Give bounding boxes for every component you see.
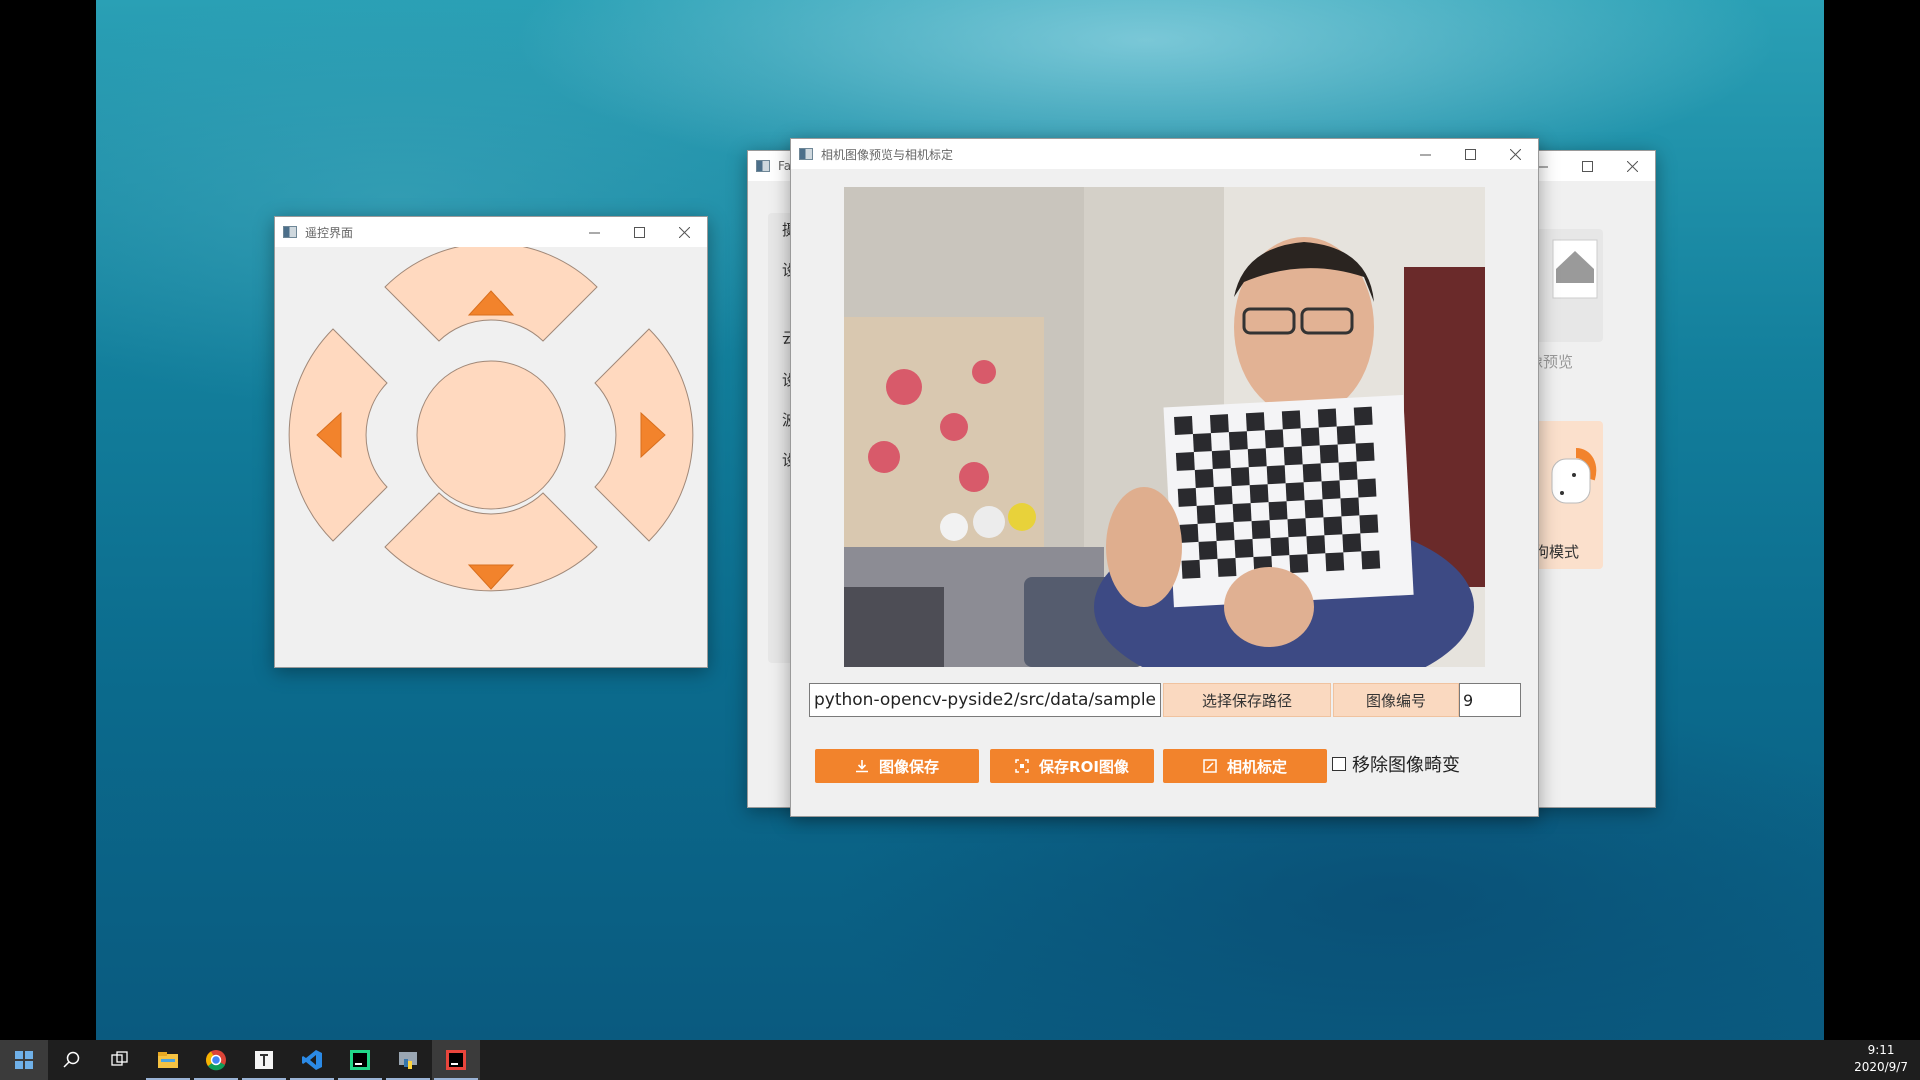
remote-window-title: 遥控界面 bbox=[305, 225, 354, 240]
search-icon[interactable] bbox=[48, 1040, 96, 1080]
camera-window-titlebar[interactable]: 相机图像预览与相机标定 bbox=[791, 139, 1538, 169]
image-number-input[interactable] bbox=[1459, 683, 1521, 717]
file-explorer-icon[interactable] bbox=[144, 1040, 192, 1080]
camera-calibration-label: 相机标定 bbox=[1226, 757, 1287, 776]
download-icon bbox=[855, 760, 868, 773]
save-image-button[interactable]: 图像保存 bbox=[815, 749, 979, 783]
camera-frame-image bbox=[844, 187, 1485, 667]
chrome-icon[interactable] bbox=[192, 1040, 240, 1080]
choose-save-path-button[interactable]: 选择保存路径 bbox=[1163, 683, 1331, 717]
clion-icon[interactable] bbox=[432, 1040, 480, 1080]
minimize-button[interactable] bbox=[1403, 139, 1448, 169]
typora-icon[interactable] bbox=[240, 1040, 288, 1080]
python-icon[interactable] bbox=[384, 1040, 432, 1080]
undistort-label: 移除图像畸变 bbox=[1352, 755, 1460, 776]
maximize-button[interactable] bbox=[1448, 139, 1493, 169]
close-button[interactable] bbox=[1493, 139, 1538, 169]
maximize-button[interactable] bbox=[617, 217, 662, 247]
app-icon bbox=[756, 160, 770, 172]
windows-start-icon[interactable] bbox=[0, 1040, 48, 1080]
task-view-icon[interactable] bbox=[96, 1040, 144, 1080]
checkbox-box[interactable] bbox=[1332, 757, 1346, 771]
undistort-checkbox[interactable]: 移除图像畸变 bbox=[1332, 751, 1460, 777]
crop-frame-icon bbox=[1015, 759, 1029, 773]
camera-calibration-button[interactable]: 相机标定 bbox=[1163, 749, 1327, 783]
taskbar: 9:11 2020/9/7 bbox=[0, 1040, 1920, 1080]
center-button[interactable] bbox=[416, 360, 566, 510]
app-icon bbox=[283, 226, 297, 238]
home-icon bbox=[1552, 239, 1598, 299]
preview-tile[interactable] bbox=[1528, 229, 1603, 342]
dog-mode-label: 狗模式 bbox=[1534, 543, 1580, 561]
remote-window-titlebar[interactable]: 遥控界面 bbox=[275, 217, 707, 247]
system-clock[interactable]: 9:11 2020/9/7 bbox=[1854, 1042, 1908, 1076]
camera-window[interactable]: 相机图像预览与相机标定 f-python-opencv-pyside2/src/… bbox=[790, 138, 1539, 817]
save-roi-image-button[interactable]: 保存ROI图像 bbox=[990, 749, 1154, 783]
clock-time: 9:11 bbox=[1867, 1043, 1895, 1057]
clock-date: 2020/9/7 bbox=[1854, 1060, 1908, 1074]
remote-control-window[interactable]: 遥控界面 bbox=[274, 216, 708, 668]
pycharm-icon[interactable] bbox=[336, 1040, 384, 1080]
camera-window-title: 相机图像预览与相机标定 bbox=[821, 147, 954, 162]
app-icon bbox=[799, 148, 813, 160]
maximize-button[interactable] bbox=[1565, 151, 1610, 181]
image-number-label: 图像编号 bbox=[1333, 683, 1459, 717]
dog-icon bbox=[1551, 448, 1597, 504]
save-image-label: 图像保存 bbox=[878, 757, 939, 776]
direction-pad bbox=[288, 247, 694, 592]
calibration-icon bbox=[1203, 759, 1217, 773]
vscode-icon[interactable] bbox=[288, 1040, 336, 1080]
close-button[interactable] bbox=[1610, 151, 1655, 181]
save-path-input[interactable] bbox=[809, 683, 1161, 717]
camera-preview bbox=[844, 187, 1485, 667]
minimize-button[interactable] bbox=[572, 217, 617, 247]
save-roi-label: 保存ROI图像 bbox=[1039, 757, 1129, 776]
close-button[interactable] bbox=[662, 217, 707, 247]
